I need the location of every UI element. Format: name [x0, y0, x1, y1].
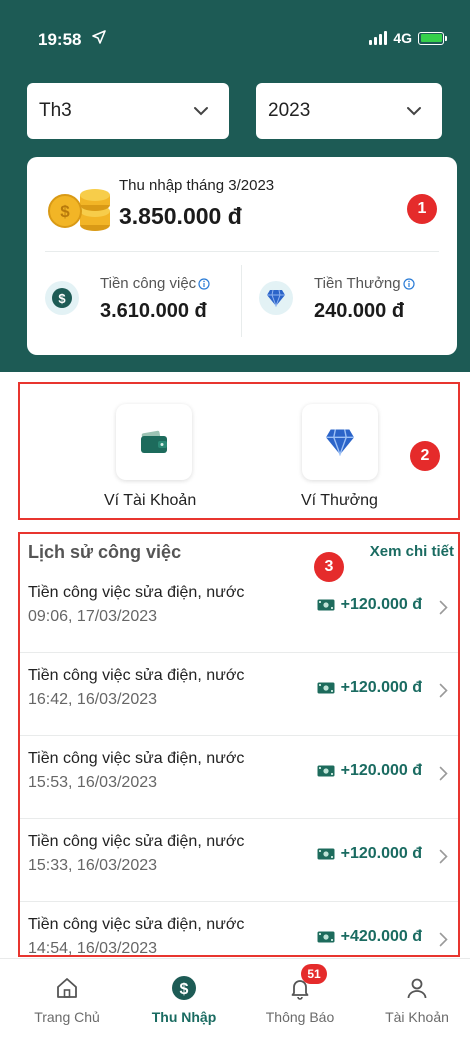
work-history-section: Lịch sử công việc Xem chi tiết 3 Tiền cô… [18, 532, 460, 957]
chevron-down-icon [407, 107, 421, 116]
transaction-amount: +120.000 đ [317, 845, 422, 863]
notification-count-badge: 51 [301, 964, 327, 984]
chevron-right-icon [439, 683, 448, 698]
status-time: 19:58 [38, 30, 82, 49]
list-item[interactable]: Tiền công việc sửa điện, nước 09:06, 17/… [20, 570, 458, 653]
chevron-right-icon [439, 766, 448, 781]
transaction-amount-value: +120.000 đ [340, 679, 422, 696]
transaction-amount: +120.000 đ [317, 596, 422, 614]
user-icon [402, 973, 432, 1003]
transaction-title: Tiền công việc sửa điện, nước [28, 750, 245, 767]
year-select-value: 2023 [268, 100, 311, 121]
view-details-link[interactable]: Xem chi tiết [370, 543, 454, 560]
nav-item-income[interactable]: $ Thu Nhập [129, 973, 239, 1025]
chevron-right-icon [439, 849, 448, 864]
wallet-icon [141, 430, 167, 453]
transaction-title: Tiền công việc sửa điện, nước [28, 667, 245, 684]
divider [241, 265, 242, 337]
money-icon [317, 765, 335, 777]
nav-label-home: Trang Chủ [34, 1009, 100, 1025]
transaction-time: 15:53, 16/03/2023 [28, 774, 158, 791]
bell-icon: 51 [285, 964, 327, 1003]
transaction-title: Tiền công việc sửa điện, nước [28, 833, 245, 850]
location-arrow-icon [92, 30, 106, 44]
bonus-income-value: 240.000 đ [314, 300, 405, 322]
transaction-amount: +120.000 đ [317, 762, 422, 780]
transaction-list: Tiền công việc sửa điện, nước 09:06, 17/… [20, 570, 458, 957]
status-indicators: 4G [369, 30, 447, 46]
status-bar: 19:58 4G [0, 0, 470, 64]
month-select[interactable]: Th3 [27, 83, 229, 139]
chevron-right-icon [439, 932, 448, 947]
work-income-label-text: Tiền công việc [100, 275, 197, 292]
bonus-income-label: Tiền Thưởng [314, 275, 415, 292]
nav-item-notifications[interactable]: 51 Thông Báo [245, 964, 355, 1025]
transaction-amount-value: +120.000 đ [340, 845, 422, 862]
income-total: 3.850.000 đ [119, 203, 242, 229]
coins-icon: $ [48, 189, 110, 231]
account-wallet-button[interactable] [116, 404, 192, 480]
info-icon[interactable] [402, 277, 415, 290]
transaction-title: Tiền công việc sửa điện, nước [28, 916, 245, 933]
month-select-value: Th3 [39, 100, 72, 121]
transaction-time: 16:42, 16/03/2023 [28, 691, 158, 708]
home-icon [52, 973, 82, 1003]
svg-text:$: $ [58, 291, 66, 306]
dollar-icon: $ [45, 281, 79, 315]
network-label: 4G [393, 30, 412, 46]
divider [45, 251, 439, 252]
transaction-amount-value: +420.000 đ [340, 928, 422, 945]
transaction-amount: +420.000 đ [317, 928, 422, 946]
bonus-wallet-label[interactable]: Ví Thưởng [301, 492, 378, 510]
bonus-wallet-button[interactable] [302, 404, 378, 480]
list-item[interactable]: Tiền công việc sửa điện, nước 16:42, 16/… [20, 653, 458, 736]
work-income-label: Tiền công việc [100, 275, 210, 292]
signal-icon [369, 31, 388, 45]
money-icon [317, 931, 335, 943]
chevron-right-icon [439, 600, 448, 615]
nav-item-home[interactable]: Trang Chủ [12, 973, 122, 1025]
list-item[interactable]: Tiền công việc sửa điện, nước 15:33, 16/… [20, 819, 458, 902]
battery-icon [418, 31, 447, 45]
work-history-title: Lịch sử công việc [28, 542, 182, 562]
transaction-title: Tiền công việc sửa điện, nước [28, 584, 245, 601]
year-select[interactable]: 2023 [256, 83, 442, 139]
transaction-amount: +120.000 đ [317, 679, 422, 697]
list-item[interactable]: Tiền công việc sửa điện, nước 14:54, 16/… [20, 902, 458, 957]
annotation-badge-2: 2 [410, 441, 440, 471]
chevron-down-icon [194, 107, 208, 116]
transaction-amount-value: +120.000 đ [340, 596, 422, 613]
bottom-nav: Trang Chủ $ Thu Nhập 51 Thông Báo Tài Kh… [0, 958, 470, 1046]
diamond-icon [326, 429, 354, 456]
info-icon[interactable] [198, 277, 210, 290]
diamond-icon [259, 281, 293, 315]
nav-label-account: Tài Khoản [385, 1009, 449, 1025]
money-icon [317, 682, 335, 694]
bonus-income-label-text: Tiền Thưởng [314, 275, 401, 292]
svg-text:$: $ [60, 202, 70, 221]
dollar-icon: $ [169, 973, 199, 1003]
transaction-amount-value: +120.000 đ [340, 762, 422, 779]
account-wallet-label[interactable]: Ví Tài Khoản [104, 492, 196, 510]
nav-label-income: Thu Nhập [151, 1009, 217, 1025]
nav-item-account[interactable]: Tài Khoản [362, 973, 470, 1025]
income-summary-card: $ Thu nhập tháng 3/2023 3.850.000 đ 1 $ … [27, 157, 457, 355]
income-month-label: Thu nhập tháng 3/2023 [119, 177, 275, 194]
nav-label-notifications: Thông Báo [265, 1009, 335, 1025]
transaction-time: 09:06, 17/03/2023 [28, 608, 158, 625]
transaction-time: 14:54, 16/03/2023 [28, 940, 158, 957]
work-income-value: 3.610.000 đ [100, 300, 207, 322]
wallets-section: Ví Tài Khoản Ví Thưởng 2 [18, 382, 460, 520]
annotation-badge-1: 1 [407, 194, 437, 224]
list-item[interactable]: Tiền công việc sửa điện, nước 15:53, 16/… [20, 736, 458, 819]
money-icon [317, 599, 335, 611]
transaction-time: 15:33, 16/03/2023 [28, 857, 158, 874]
svg-text:$: $ [180, 981, 189, 998]
money-icon [317, 848, 335, 860]
